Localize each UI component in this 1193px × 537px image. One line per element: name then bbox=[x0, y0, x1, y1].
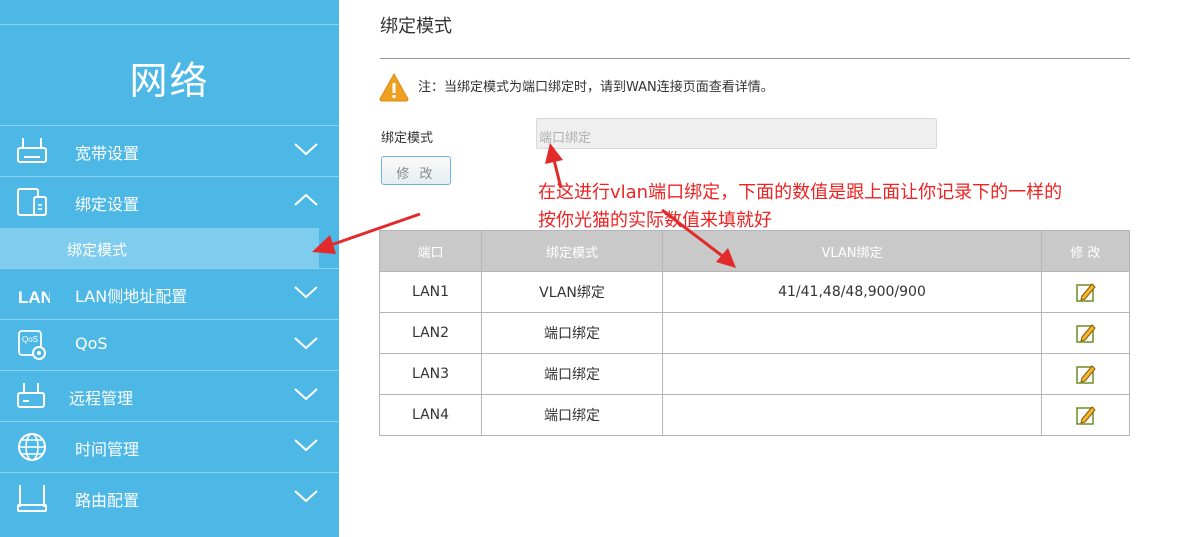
sidebar-top-divider bbox=[0, 24, 339, 25]
table-header: 绑定模式 bbox=[481, 230, 663, 272]
table-row: LAN4 端口绑定 bbox=[379, 394, 1130, 436]
table-header: 端口 bbox=[379, 230, 482, 272]
port-cell: LAN1 bbox=[379, 271, 482, 313]
edit-pencil-icon[interactable] bbox=[1075, 364, 1096, 384]
page-title: 绑定模式 bbox=[380, 16, 452, 37]
sidebar-item-label: 宽带设置 bbox=[75, 144, 140, 163]
vlan-cell: 41/41,48/48,900/900 bbox=[662, 271, 1042, 313]
sidebar-item-routing[interactable]: 路由配置 bbox=[0, 472, 339, 523]
binding-mode-label: 绑定模式 bbox=[381, 131, 434, 146]
edit-pencil-icon[interactable] bbox=[1075, 405, 1096, 425]
qos-gear-icon: QoS bbox=[18, 330, 46, 360]
sidebar-subitem-binding-mode[interactable]: 绑定模式 bbox=[0, 228, 319, 268]
mode-cell: 端口绑定 bbox=[481, 353, 663, 395]
edit-cell bbox=[1041, 271, 1130, 313]
edit-pencil-icon[interactable] bbox=[1075, 282, 1096, 302]
sidebar-item-label: 时间管理 bbox=[75, 440, 140, 459]
sidebar-title: 网络 bbox=[129, 59, 210, 103]
annotation-line-2: 按你光猫的实际数值来填就好 bbox=[538, 210, 772, 231]
table-header-row: 端口 绑定模式 VLAN绑定 修 改 bbox=[379, 230, 1130, 272]
title-divider bbox=[380, 58, 1130, 59]
sidebar-item-label: QoS bbox=[75, 334, 108, 353]
lan-icon: LAN bbox=[18, 288, 50, 307]
sidebar-divider bbox=[0, 370, 339, 371]
edit-button[interactable]: 修 改 bbox=[381, 156, 451, 185]
binding-table: 端口 绑定模式 VLAN绑定 修 改 LAN1 VLAN绑定 41/41,48/… bbox=[379, 230, 1130, 436]
sidebar-divider bbox=[0, 421, 339, 422]
sidebar-item-lan-address[interactable]: LAN LAN侧地址配置 bbox=[0, 268, 339, 319]
edit-pencil-icon[interactable] bbox=[1075, 323, 1096, 343]
annotation-line-1: 在这进行vlan端口绑定，下面的数值是跟上面让你记录下的一样的 bbox=[538, 182, 1063, 203]
chevron-down-icon bbox=[294, 286, 318, 299]
sidebar-item-broadband[interactable]: 宽带设置 bbox=[0, 125, 339, 176]
sidebar-divider bbox=[0, 125, 339, 126]
sidebar-item-label: 绑定设置 bbox=[75, 195, 140, 214]
sidebar-item-time-management[interactable]: 时间管理 bbox=[0, 421, 339, 472]
remote-router-icon bbox=[17, 383, 45, 408]
table-header: VLAN绑定 bbox=[662, 230, 1042, 272]
sidebar-item-label: 远程管理 bbox=[69, 389, 134, 408]
chevron-down-icon bbox=[294, 143, 318, 156]
chevron-down-icon bbox=[294, 337, 318, 350]
lan-icon-text: LAN bbox=[18, 288, 50, 307]
sidebar-item-remote-management[interactable]: 远程管理 bbox=[0, 370, 339, 421]
sidebar: 网络 宽带设置 绑定设置 绑定模式 LAN LAN侧地址配置 QoS QoS 远… bbox=[0, 0, 339, 537]
globe-icon bbox=[18, 433, 46, 461]
mode-cell: 端口绑定 bbox=[481, 312, 663, 354]
table-header: 修 改 bbox=[1041, 230, 1130, 272]
binding-mode-select[interactable]: 端口绑定 bbox=[536, 118, 937, 149]
sidebar-divider bbox=[0, 319, 339, 320]
sidebar-subitem-label: 绑定模式 bbox=[67, 241, 128, 259]
chevron-down-icon bbox=[294, 490, 318, 503]
table-row: LAN1 VLAN绑定 41/41,48/48,900/900 bbox=[379, 271, 1130, 313]
sidebar-divider bbox=[0, 472, 339, 473]
sidebar-item-qos[interactable]: QoS QoS bbox=[0, 319, 339, 370]
qos-icon-text: QoS bbox=[22, 335, 38, 344]
chevron-up-icon bbox=[294, 193, 318, 206]
sidebar-item-label: 路由配置 bbox=[75, 491, 140, 510]
router-icon bbox=[17, 138, 47, 163]
sidebar-item-binding[interactable]: 绑定设置 bbox=[0, 176, 339, 227]
table-row: LAN3 端口绑定 bbox=[379, 353, 1130, 395]
port-cell: LAN4 bbox=[379, 394, 482, 436]
routing-icon bbox=[17, 485, 47, 512]
table-row: LAN2 端口绑定 bbox=[379, 312, 1130, 354]
port-cell: LAN3 bbox=[379, 353, 482, 395]
vlan-cell bbox=[662, 394, 1042, 436]
chevron-down-icon bbox=[294, 439, 318, 452]
edit-cell bbox=[1041, 353, 1130, 395]
app-root: 网络 宽带设置 绑定设置 绑定模式 LAN LAN侧地址配置 QoS QoS 远… bbox=[0, 0, 1193, 537]
warning-icon bbox=[379, 72, 409, 102]
vlan-cell bbox=[662, 353, 1042, 395]
chevron-down-icon bbox=[294, 388, 318, 401]
notice-text: 注：当绑定模式为端口绑定时，请到WAN连接页面查看详情。 bbox=[418, 80, 774, 95]
mode-cell: VLAN绑定 bbox=[481, 271, 663, 313]
devices-icon bbox=[17, 188, 47, 216]
edit-cell bbox=[1041, 394, 1130, 436]
sidebar-item-label: LAN侧地址配置 bbox=[75, 287, 188, 306]
sidebar-divider bbox=[0, 176, 339, 177]
mode-cell: 端口绑定 bbox=[481, 394, 663, 436]
sidebar-divider bbox=[0, 268, 339, 269]
edit-cell bbox=[1041, 312, 1130, 354]
port-cell: LAN2 bbox=[379, 312, 482, 354]
vlan-cell bbox=[662, 312, 1042, 354]
